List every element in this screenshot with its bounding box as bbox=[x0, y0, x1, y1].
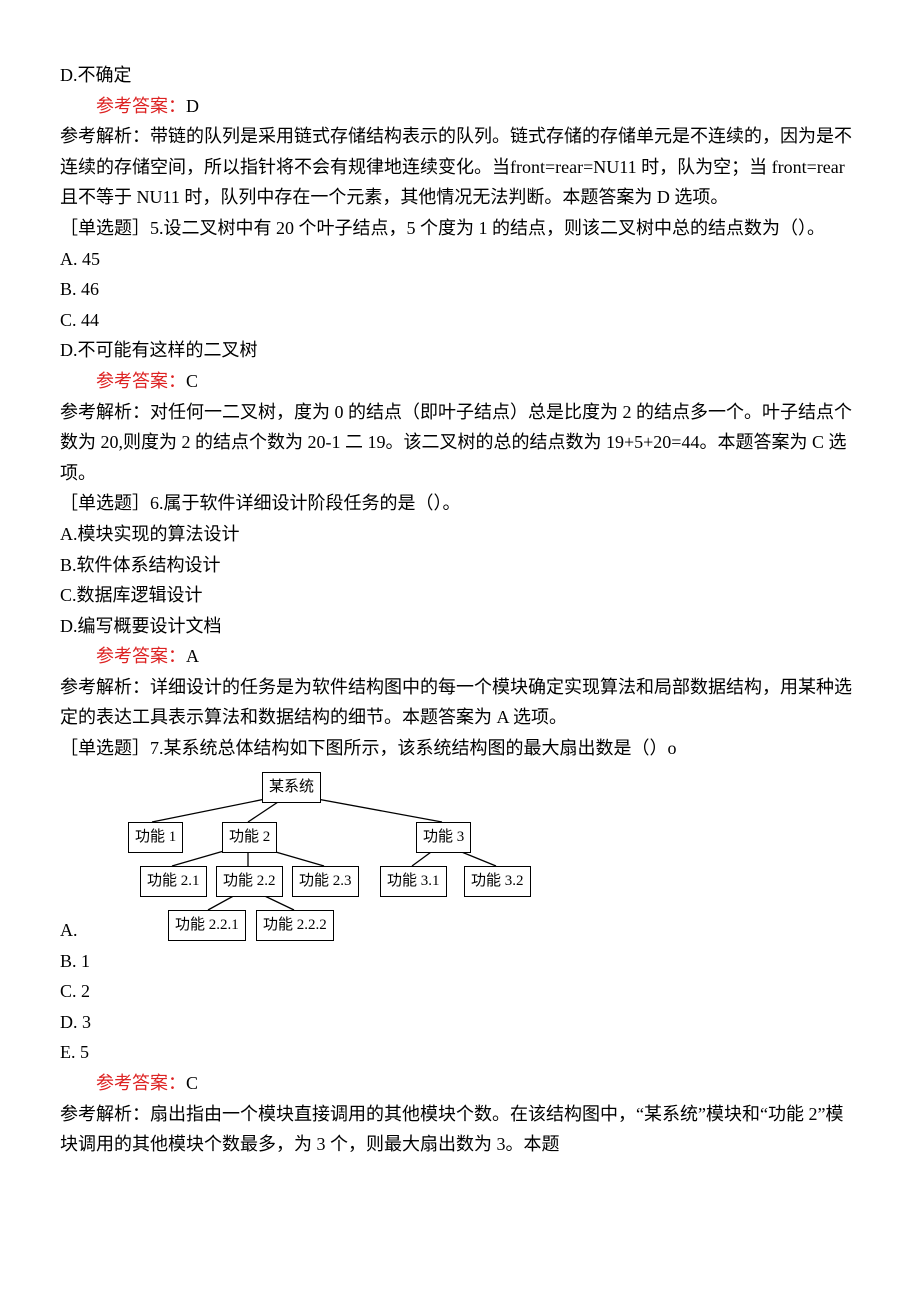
diagram-f1: 功能 1 bbox=[128, 822, 183, 854]
q7-answer-letter: C bbox=[186, 1073, 198, 1093]
q7-explanation: 参考解析：扇出指由一个模块直接调用的其他模块个数。在该结构图中，“某系统”模块和… bbox=[60, 1099, 860, 1160]
diagram-f222: 功能 2.2.2 bbox=[256, 910, 334, 942]
q4-option-d: D.不确定 bbox=[60, 60, 860, 91]
q7-option-c: C. 2 bbox=[60, 976, 860, 1007]
diagram-f31: 功能 3.1 bbox=[380, 866, 447, 898]
diagram-root: 某系统 bbox=[262, 772, 321, 804]
q7-stem: ［单选题］7.某系统总体结构如下图所示，该系统结构图的最大扇出数是（）o bbox=[60, 733, 860, 764]
q4-answer-letter: D bbox=[186, 96, 199, 116]
q5-option-a: A. 45 bbox=[60, 244, 860, 275]
q7-option-a: A. bbox=[60, 915, 90, 946]
q4-answer-label: 参考答案： bbox=[96, 96, 186, 116]
diagram-f21: 功能 2.1 bbox=[140, 866, 207, 898]
q6-option-c: C.数据库逻辑设计 bbox=[60, 580, 860, 611]
diagram-f2: 功能 2 bbox=[222, 822, 277, 854]
q5-answer-letter: C bbox=[186, 371, 198, 391]
diagram-f221: 功能 2.2.1 bbox=[168, 910, 246, 942]
q7-option-e: E. 5 bbox=[60, 1037, 860, 1068]
structure-diagram: 某系统 功能 1 功能 2 功能 3 功能 2.1 功能 2.2 功能 2.3 … bbox=[110, 770, 550, 940]
q7-option-d: D. 3 bbox=[60, 1007, 860, 1038]
q6-option-d: D.编写概要设计文档 bbox=[60, 611, 860, 642]
q4-explanation: 参考解析：带链的队列是采用链式存储结构表示的队列。链式存储的存储单元是不连续的，… bbox=[60, 121, 860, 213]
q5-option-d: D.不可能有这样的二叉树 bbox=[60, 335, 860, 366]
q5-stem: ［单选题］5.设二叉树中有 20 个叶子结点，5 个度为 1 的结点，则该二叉树… bbox=[60, 213, 860, 244]
q6-answer-letter: A bbox=[186, 646, 199, 666]
q5-option-c: C. 44 bbox=[60, 305, 860, 336]
q7-answer-label: 参考答案： bbox=[96, 1073, 186, 1093]
q5-answer-label: 参考答案： bbox=[96, 371, 186, 391]
q7-option-b: B. 1 bbox=[60, 946, 860, 977]
q6-option-a: A.模块实现的算法设计 bbox=[60, 519, 860, 550]
diagram-f22: 功能 2.2 bbox=[216, 866, 283, 898]
diagram-f3: 功能 3 bbox=[416, 822, 471, 854]
q6-option-b: B.软件体系结构设计 bbox=[60, 550, 860, 581]
q5-option-b: B. 46 bbox=[60, 274, 860, 305]
q6-answer-label: 参考答案： bbox=[96, 646, 186, 666]
q6-explanation: 参考解析：详细设计的任务是为软件结构图中的每一个模块确定实现算法和局部数据结构，… bbox=[60, 672, 860, 733]
diagram-f23: 功能 2.3 bbox=[292, 866, 359, 898]
q6-stem: ［单选题］6.属于软件详细设计阶段任务的是（）。 bbox=[60, 488, 860, 519]
diagram-f32: 功能 3.2 bbox=[464, 866, 531, 898]
q5-explanation: 参考解析：对任何一二叉树，度为 0 的结点（即叶子结点）总是比度为 2 的结点多… bbox=[60, 397, 860, 489]
